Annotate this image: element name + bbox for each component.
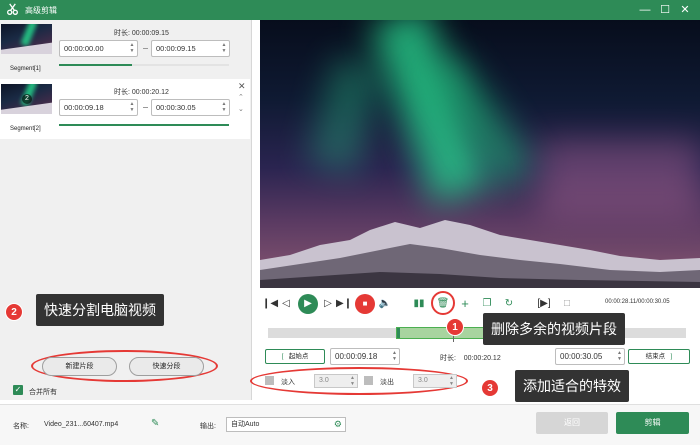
annotation-badge: 1	[446, 318, 464, 336]
trim-start-handle[interactable]	[397, 328, 400, 338]
output-select[interactable]: 自动Auto ⚙	[226, 417, 346, 432]
merge-all-checkbox[interactable]: ✓	[13, 385, 23, 395]
fade-out-field[interactable]: 3.0 ▲ ▼	[413, 374, 457, 388]
start-icon[interactable]: ❙◀	[262, 296, 278, 312]
segment-label: Segment[2]	[10, 126, 41, 132]
minimize-icon[interactable]: —	[637, 2, 653, 18]
segment-duration: 时长: 00:00:20.12	[114, 89, 169, 96]
output-label: 输出:	[200, 423, 216, 430]
add-icon[interactable]: +	[458, 296, 472, 312]
move-up-icon[interactable]: ⌃	[238, 93, 244, 101]
segment-progress	[59, 124, 229, 126]
annotation-badge: 2	[5, 303, 23, 321]
segment-progress	[59, 64, 229, 66]
time-readout: 00:00:28.11/00:00:30.05	[605, 299, 670, 305]
fade-out-label: 淡出	[380, 379, 394, 386]
quick-split-button[interactable]: 快速分段	[129, 357, 204, 376]
bracket-play-icon[interactable]: [▶]	[536, 296, 552, 312]
prev-frame-icon[interactable]: ◁	[280, 296, 292, 312]
segment-start-field[interactable]: 00:00:09.18 ▲ ▼	[59, 99, 138, 116]
stop-icon[interactable]: ■	[355, 294, 375, 314]
annotation-split: 快速分割电脑视频	[36, 294, 164, 326]
fade-out-checkbox[interactable]	[364, 376, 373, 385]
trim-duration: 时长: 00:00:20.12	[440, 355, 501, 362]
next-frame-icon[interactable]: ▷	[322, 296, 334, 312]
range-dash	[143, 48, 148, 49]
fade-in-field[interactable]: 3.0 ▲ ▼	[314, 374, 358, 388]
play-icon[interactable]: ▶	[298, 294, 318, 314]
segment-start-field[interactable]: 00:00:00.00 ▲ ▼	[59, 40, 138, 57]
segment-thumbnail: 2	[1, 84, 52, 114]
snapshot-icon[interactable]: □	[560, 296, 574, 312]
segment-duration: 时长: 00:00:09.15	[114, 30, 169, 37]
scissors-logo-icon	[7, 3, 18, 15]
video-preview	[260, 20, 700, 288]
segment-item[interactable]: 2 Segment[2] 时长: 00:00:20.12 00:00:09.18…	[0, 79, 250, 139]
segment-label: Segment[1]	[10, 66, 41, 72]
back-button[interactable]: 返回	[536, 412, 608, 434]
end-icon[interactable]: ▶❙	[336, 296, 352, 312]
move-down-icon[interactable]: ⌄	[238, 105, 244, 113]
volume-icon[interactable]: 🔈	[378, 296, 392, 312]
trim-end-field[interactable]: 00:00:30.05 ▲ ▼	[555, 348, 625, 365]
trim-start-field[interactable]: 00:00:09.18 ▲ ▼	[330, 348, 400, 365]
window-title: 高级剪辑	[25, 6, 57, 15]
file-name: Video_231...60407.mp4	[44, 421, 119, 428]
edit-name-icon[interactable]: ✎	[151, 418, 159, 429]
mountain-silhouette	[260, 220, 700, 288]
fade-in-checkbox[interactable]	[265, 376, 274, 385]
set-start-button[interactable]: [ 起始点	[265, 349, 325, 364]
title-bar: 高级剪辑 — ☐ ✕	[0, 0, 700, 20]
segment-end-field[interactable]: 00:00:09.15 ▲ ▼	[151, 40, 230, 57]
name-label: 名称:	[13, 423, 29, 430]
maximize-icon[interactable]: ☐	[657, 2, 673, 18]
edit-button[interactable]: 剪辑	[616, 412, 689, 434]
annotation-effects: 添加适合的特效	[515, 370, 629, 402]
fade-in-label: 淡入	[281, 379, 295, 386]
merge-all-label: 合并所有	[29, 389, 57, 396]
range-dash	[143, 107, 148, 108]
thumb-badge: 2	[22, 94, 32, 104]
set-end-button[interactable]: 结束点 ]	[628, 349, 690, 364]
delete-icon[interactable]: 🗑	[436, 296, 450, 312]
annotation-delete: 删除多余的视频片段	[483, 313, 625, 345]
close-segment-icon[interactable]: ✕	[238, 81, 246, 92]
new-segment-button[interactable]: 新建片段	[42, 357, 117, 376]
annotation-badge: 3	[481, 379, 499, 397]
split-icon[interactable]: ▮▮	[412, 296, 426, 312]
settings-gear-icon[interactable]: ⚙	[334, 418, 342, 431]
segment-thumbnail	[1, 24, 52, 54]
close-icon[interactable]: ✕	[677, 2, 693, 18]
segment-panel: Segment[1] 时长: 00:00:09.15 00:00:00.00 ▲ ▼…	[0, 20, 252, 400]
segment-end-field[interactable]: 00:00:30.05 ▲ ▼	[151, 99, 230, 116]
rotate-icon[interactable]: ↻	[502, 296, 516, 312]
segment-item[interactable]: Segment[1] 时长: 00:00:09.15 00:00:00.00 ▲ ▼…	[0, 20, 250, 78]
copy-icon[interactable]: ❐	[480, 296, 494, 312]
